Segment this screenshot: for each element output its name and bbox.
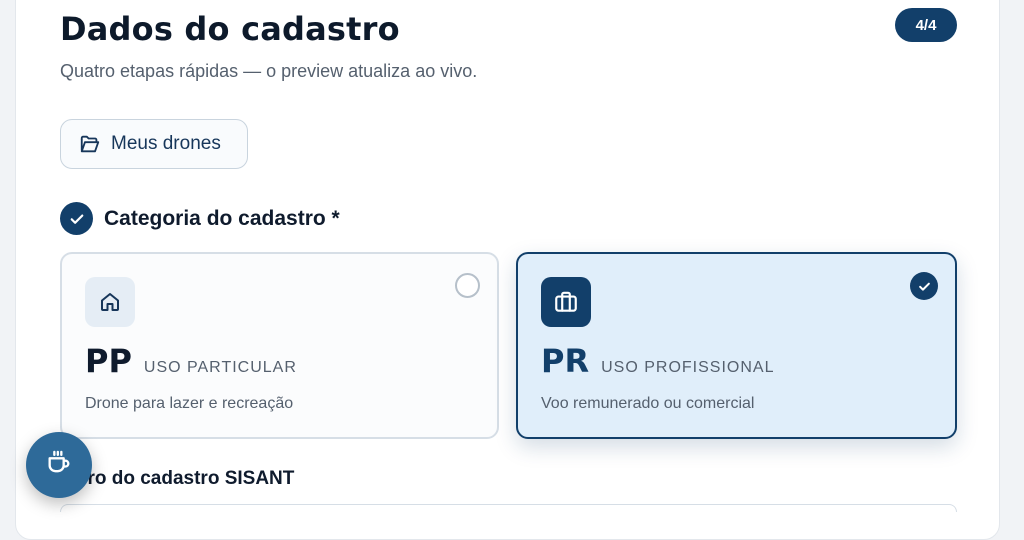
sisant-field-label: mero do cadastro SISANT	[60, 468, 295, 489]
page-title: Dados do cadastro	[60, 10, 400, 48]
step-badge: 4/4	[895, 8, 957, 42]
option-description: Drone para lazer e recreação	[85, 395, 294, 412]
coffee-cup-icon	[45, 449, 73, 482]
coffee-fab-button[interactable]	[26, 432, 92, 498]
option-heading: PP USO PARTICULAR	[85, 342, 297, 380]
page-subtitle: Quatro etapas rápidas — o preview atuali…	[60, 61, 478, 81]
category-option-pr[interactable]: PR USO PROFISSIONAL Voo remunerado ou co…	[516, 252, 957, 439]
home-icon	[85, 277, 135, 327]
my-drones-label: Meus drones	[111, 133, 221, 154]
my-drones-button[interactable]: Meus drones	[60, 119, 248, 169]
option-heading: PR USO PROFISSIONAL	[541, 342, 774, 380]
option-code: PR	[541, 342, 590, 380]
option-name: USO PARTICULAR	[143, 359, 297, 376]
category-option-pp[interactable]: PP USO PARTICULAR Drone para lazer e rec…	[60, 252, 499, 439]
option-code: PP	[85, 342, 132, 380]
radio-unchecked-icon[interactable]	[455, 273, 480, 298]
radio-checked-icon[interactable]	[910, 272, 938, 300]
category-title: Categoria do cadastro *	[104, 206, 340, 230]
folder-open-icon	[79, 133, 101, 155]
category-section-header: Categoria do cadastro *	[60, 202, 340, 235]
briefcase-icon	[541, 277, 591, 327]
check-circle-icon	[60, 202, 93, 235]
option-name: USO PROFISSIONAL	[601, 359, 775, 376]
option-description: Voo remunerado ou comercial	[541, 395, 755, 412]
sisant-input[interactable]	[60, 504, 957, 512]
